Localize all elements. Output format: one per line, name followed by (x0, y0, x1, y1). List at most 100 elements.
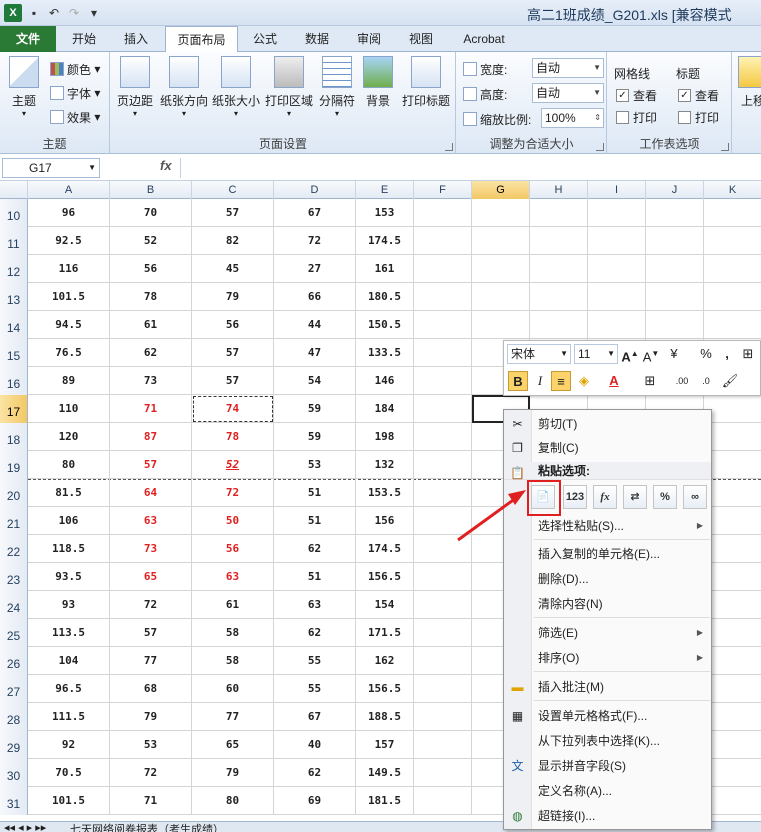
grid-cell[interactable]: 63 (192, 563, 274, 591)
grid-cell[interactable]: 161 (356, 255, 414, 283)
grid-cell[interactable] (704, 675, 761, 703)
background-button[interactable]: 背景 (359, 56, 397, 109)
grid-cell[interactable] (646, 227, 704, 255)
grid-cell[interactable]: 120 (28, 423, 110, 451)
save-icon[interactable]: ▪ (26, 5, 42, 21)
tab-acrobat[interactable]: Acrobat (452, 26, 516, 52)
grid-cell[interactable]: 106 (28, 507, 110, 535)
grid-cell[interactable]: 54 (274, 367, 356, 395)
grid-cell[interactable] (704, 255, 761, 283)
row-header[interactable]: 26 (0, 647, 28, 675)
grid-cell[interactable]: 65 (110, 563, 192, 591)
margins-button[interactable]: 页边距 ▾ (113, 56, 157, 118)
sheet-nav-icon[interactable]: ◂◂ ◂ ▸ ▸▸ (4, 822, 46, 832)
grid-cell[interactable]: 62 (274, 535, 356, 563)
grid-cell[interactable] (414, 339, 472, 367)
tab-page-layout[interactable]: 页面布局 (165, 26, 238, 53)
tab-view[interactable]: 视图 (398, 26, 444, 52)
grid-cell[interactable] (414, 703, 472, 731)
row-header[interactable]: 21 (0, 507, 28, 535)
grid-cell[interactable] (414, 311, 472, 339)
tab-home[interactable]: 开始 (58, 26, 110, 52)
grid-cell[interactable]: 61 (110, 311, 192, 339)
menu-item-define-name[interactable]: 定义名称(A)... (504, 779, 711, 803)
grid-cell[interactable]: 93 (28, 591, 110, 619)
grid-cell[interactable] (646, 311, 704, 339)
grid-cell[interactable]: 116 (28, 255, 110, 283)
grid-cell[interactable]: 77 (192, 703, 274, 731)
grid-cell[interactable] (530, 199, 588, 227)
row-header[interactable]: 16 (0, 367, 28, 395)
customize-qat-icon[interactable]: ▾ (86, 5, 102, 21)
paste-formulas-button[interactable]: fx (593, 485, 617, 509)
headings-print-checkbox[interactable]: 打印 (678, 106, 719, 128)
grid-cell[interactable]: 154 (356, 591, 414, 619)
comma-button[interactable]: , (717, 344, 737, 364)
grid-cell[interactable] (704, 311, 761, 339)
grid-cell[interactable]: 51 (274, 507, 356, 535)
grid-cell[interactable]: 92.5 (28, 227, 110, 255)
grid-cell[interactable]: 93.5 (28, 563, 110, 591)
grid-cell[interactable] (704, 227, 761, 255)
column-header-i[interactable]: I (588, 181, 646, 199)
grid-cell[interactable]: 156.5 (356, 675, 414, 703)
grid-cell[interactable]: 111.5 (28, 703, 110, 731)
grid-cell[interactable] (704, 563, 761, 591)
column-header-k[interactable]: K (704, 181, 761, 199)
themes-button[interactable]: 主题 ▾ (2, 56, 46, 118)
grid-cell[interactable]: 57 (192, 367, 274, 395)
fill-color-icon[interactable]: ◈ (574, 371, 594, 391)
grid-cell[interactable]: 153 (356, 199, 414, 227)
column-header-j[interactable]: J (646, 181, 704, 199)
menu-item-hyperlink[interactable]: ◍ 超链接(I)... (504, 804, 711, 828)
bold-button[interactable]: B (508, 371, 528, 391)
row-header[interactable]: 12 (0, 255, 28, 283)
grid-cell[interactable] (704, 619, 761, 647)
grid-cell[interactable] (704, 423, 761, 451)
grid-cell[interactable]: 53 (110, 731, 192, 759)
grid-cell[interactable]: 59 (274, 395, 356, 423)
print-titles-button[interactable]: 打印标题 (399, 56, 453, 109)
row-header[interactable]: 19 (0, 451, 28, 479)
grid-cell[interactable]: 55 (274, 647, 356, 675)
grid-cell[interactable]: 44 (274, 311, 356, 339)
theme-colors-button[interactable]: 颜色 ▾ (50, 58, 100, 80)
grid-cell[interactable]: 72 (110, 591, 192, 619)
grid-cell[interactable]: 52 (192, 451, 274, 479)
grid-cell[interactable]: 55 (274, 675, 356, 703)
grid-cell[interactable]: 171.5 (356, 619, 414, 647)
grid-cell[interactable] (530, 311, 588, 339)
italic-button[interactable]: I (530, 371, 550, 391)
grid-cell[interactable] (414, 591, 472, 619)
grow-font-icon[interactable]: A▲ (620, 344, 640, 364)
page-setup-dialog-launcher-icon[interactable] (445, 143, 453, 151)
grid-cell[interactable] (472, 199, 530, 227)
grid-cell[interactable] (588, 199, 646, 227)
grid-cell[interactable]: 62 (110, 339, 192, 367)
grid-cell[interactable]: 77 (110, 647, 192, 675)
grid-cell[interactable] (414, 675, 472, 703)
grid-cell[interactable]: 101.5 (28, 283, 110, 311)
grid-cell[interactable] (472, 283, 530, 311)
bring-forward-button[interactable]: 上移 (735, 56, 761, 109)
grid-cell[interactable]: 56 (192, 535, 274, 563)
grid-cell[interactable] (414, 423, 472, 451)
row-header[interactable]: 10 (0, 199, 28, 227)
grid-cell[interactable]: 96 (28, 199, 110, 227)
row-header[interactable]: 24 (0, 591, 28, 619)
column-header-b[interactable]: B (110, 181, 192, 199)
row-header[interactable]: 25 (0, 619, 28, 647)
grid-cell[interactable]: 51 (274, 479, 356, 507)
row-header[interactable]: 27 (0, 675, 28, 703)
grid-cell[interactable]: 58 (192, 647, 274, 675)
grid-cell[interactable]: 79 (110, 703, 192, 731)
sheet-options-dialog-launcher-icon[interactable] (721, 143, 729, 151)
menu-item-phonetic[interactable]: 文显示拼音字段(S) (504, 754, 711, 778)
grid-cell[interactable] (646, 255, 704, 283)
grid-cell[interactable] (414, 255, 472, 283)
grid-cell[interactable]: 67 (274, 199, 356, 227)
grid-cell[interactable] (646, 283, 704, 311)
grid-cell[interactable] (704, 535, 761, 563)
paste-transpose-button[interactable]: ⇄ (623, 485, 647, 509)
grid-cell[interactable] (414, 479, 472, 507)
